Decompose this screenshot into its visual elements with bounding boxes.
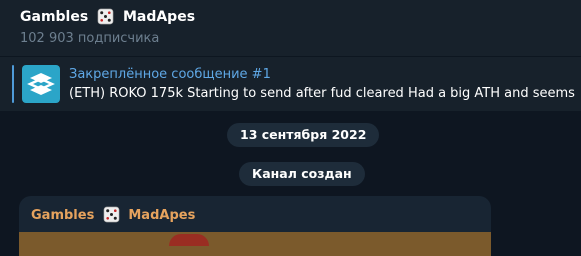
message-image[interactable]: [19, 232, 491, 256]
subscriber-count: 102 903 подписчика: [20, 31, 160, 46]
image-detail: [169, 234, 209, 246]
channel-name-suffix: MadApes: [122, 9, 196, 25]
channel-created-message: Канал создан: [239, 162, 365, 186]
message-author-name: Gambles: [31, 208, 95, 223]
date-separator[interactable]: 13 сентября 2022: [227, 123, 380, 147]
channel-title[interactable]: Gambles MadApes: [20, 8, 195, 29]
pinned-message-preview[interactable]: (ETH) ROKO 175k Starting to send after f…: [69, 86, 575, 101]
pinned-indicator: [12, 65, 14, 103]
pinned-message-bar[interactable]: Закреплённое сообщение #1 (ETH) ROKO 175…: [0, 56, 581, 111]
channel-name: Gambles: [20, 9, 89, 25]
dice-icon: [97, 8, 114, 29]
pinned-message-title[interactable]: Закреплённое сообщение #1: [69, 67, 271, 82]
message-author[interactable]: Gambles MadApes: [31, 206, 195, 227]
channel-header[interactable]: Gambles MadApes 102 903 подписчика: [0, 0, 581, 56]
message-author-suffix: MadApes: [128, 208, 196, 223]
channel-message-bubble[interactable]: Gambles MadApes: [19, 196, 491, 256]
channel-logo-icon: [22, 65, 60, 103]
dice-icon: [103, 206, 120, 227]
